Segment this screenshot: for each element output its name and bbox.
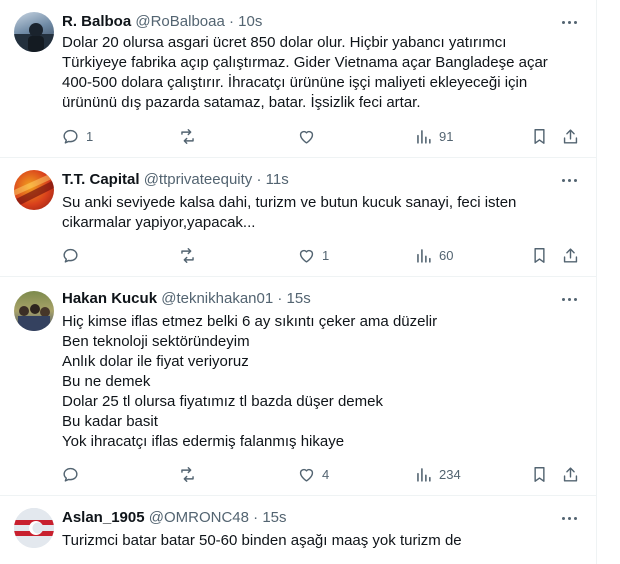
author-handle[interactable]: @teknikhakan01 <box>161 290 273 307</box>
avatar-image <box>14 23 54 52</box>
tweet[interactable]: Aslan_1905 @OMRONC48 · 15s Turizmci bata… <box>0 496 596 564</box>
bookmark-icon <box>534 466 545 482</box>
tweet-text: Turizmci batar batar 50-60 binden aşağı … <box>62 532 462 549</box>
views-chart-icon <box>417 129 431 144</box>
like-count: 1 <box>322 247 330 263</box>
like-count: 4 <box>322 466 330 482</box>
more-icon-dot <box>567 516 571 520</box>
repost-button[interactable] <box>178 243 203 267</box>
tweet[interactable]: R. Balboa @RoBalboaa · 10s Dolar 20 olur… <box>0 0 596 158</box>
author-handle[interactable]: @ttprivateequity <box>144 171 253 188</box>
tweet-text: Dolar 20 olursa asgari ücret 850 dolar o… <box>62 34 548 111</box>
views-chart-icon <box>417 248 431 263</box>
avatar-image <box>14 172 54 208</box>
more-icon-dot <box>573 516 577 520</box>
avatar[interactable] <box>14 12 54 52</box>
action-bar: 4 234 <box>0 462 596 486</box>
bookmark-button[interactable] <box>530 243 549 267</box>
more-icon-dot <box>561 516 565 520</box>
author-handle[interactable]: @RoBalboaa <box>135 13 224 30</box>
repost-icon <box>181 128 194 144</box>
heart-icon <box>299 130 314 144</box>
share-button[interactable] <box>561 243 580 267</box>
timeline: R. Balboa @RoBalboaa · 10s Dolar 20 olur… <box>0 0 597 564</box>
more-options-button[interactable] <box>558 170 580 190</box>
more-options-button[interactable] <box>558 508 580 528</box>
avatar-image <box>14 508 54 548</box>
heart-icon <box>299 468 314 482</box>
author-name[interactable]: R. Balboa <box>62 13 131 30</box>
views-button[interactable]: 60 <box>414 243 453 267</box>
action-bar: 1 91 <box>0 124 596 148</box>
tweet-header: Hakan Kucuk @teknikhakan01 · 15s <box>62 289 311 309</box>
more-icon-dot <box>567 297 571 301</box>
timestamp[interactable]: 15s <box>287 290 311 307</box>
reply-count: 1 <box>86 128 94 144</box>
view-count: 234 <box>439 466 461 482</box>
views-chart-icon <box>417 467 431 482</box>
more-icon-dot <box>573 178 577 182</box>
tweet-text: Hiç kimse iflas etmez belki 6 ay sıkıntı… <box>62 313 438 450</box>
bookmark-button[interactable] <box>530 462 549 486</box>
bookmark-button[interactable] <box>530 124 549 148</box>
avatar[interactable] <box>14 508 54 548</box>
reply-button[interactable] <box>61 243 86 267</box>
timestamp[interactable]: 11s <box>266 171 289 188</box>
reply-icon <box>63 129 78 144</box>
repost-icon <box>181 466 194 482</box>
view-count: 60 <box>439 247 454 263</box>
like-button[interactable]: 4 <box>297 462 329 486</box>
separator: · <box>256 171 262 188</box>
timestamp[interactable]: 15s <box>262 509 286 526</box>
views-button[interactable]: 234 <box>414 462 461 486</box>
bookmark-icon <box>534 128 545 144</box>
tweet-header: R. Balboa @RoBalboaa · 10s <box>62 12 262 32</box>
tweet-text: Su anki seviyede kalsa dahi, turizm ve b… <box>62 194 517 231</box>
more-options-button[interactable] <box>558 289 580 309</box>
more-icon-dot <box>573 20 577 24</box>
like-button[interactable] <box>297 124 322 148</box>
separator: · <box>277 290 283 307</box>
reply-button[interactable]: 1 <box>61 124 93 148</box>
share-icon <box>563 247 578 263</box>
share-button[interactable] <box>561 124 580 148</box>
share-button[interactable] <box>561 462 580 486</box>
author-name[interactable]: Aslan_1905 <box>62 509 145 526</box>
reply-icon <box>63 248 78 263</box>
avatar-image <box>18 304 50 331</box>
author-name[interactable]: Hakan Kucuk <box>62 290 157 307</box>
repost-button[interactable] <box>178 462 203 486</box>
timestamp[interactable]: 10s <box>238 13 262 30</box>
view-count: 91 <box>439 128 454 144</box>
bookmark-icon <box>534 247 545 263</box>
share-icon <box>563 466 578 482</box>
more-options-button[interactable] <box>558 12 580 32</box>
heart-icon <box>299 249 314 263</box>
reply-icon <box>63 467 78 482</box>
reply-button[interactable] <box>61 462 86 486</box>
action-bar: 1 60 <box>0 243 596 267</box>
tweet-header: T.T. Capital @ttprivateequity · 11s <box>62 170 289 190</box>
separator: · <box>228 13 234 30</box>
tweet[interactable]: T.T. Capital @ttprivateequity · 11s Su a… <box>0 158 596 277</box>
more-icon-dot <box>567 20 571 24</box>
avatar[interactable] <box>14 291 54 331</box>
more-icon-dot <box>573 297 577 301</box>
more-icon-dot <box>561 297 565 301</box>
like-button[interactable]: 1 <box>297 243 329 267</box>
author-name[interactable]: T.T. Capital <box>62 171 140 188</box>
more-icon-dot <box>561 178 565 182</box>
tweet[interactable]: Hakan Kucuk @teknikhakan01 · 15s Hiç kim… <box>0 277 596 496</box>
more-icon-dot <box>567 178 571 182</box>
more-icon-dot <box>561 20 565 24</box>
separator: · <box>253 509 259 526</box>
tweet-header: Aslan_1905 @OMRONC48 · 15s <box>62 508 287 528</box>
share-icon <box>563 128 578 144</box>
views-button[interactable]: 91 <box>414 124 453 148</box>
repost-icon <box>181 247 194 263</box>
author-handle[interactable]: @OMRONC48 <box>149 509 249 526</box>
avatar[interactable] <box>14 170 54 210</box>
repost-button[interactable] <box>178 124 203 148</box>
